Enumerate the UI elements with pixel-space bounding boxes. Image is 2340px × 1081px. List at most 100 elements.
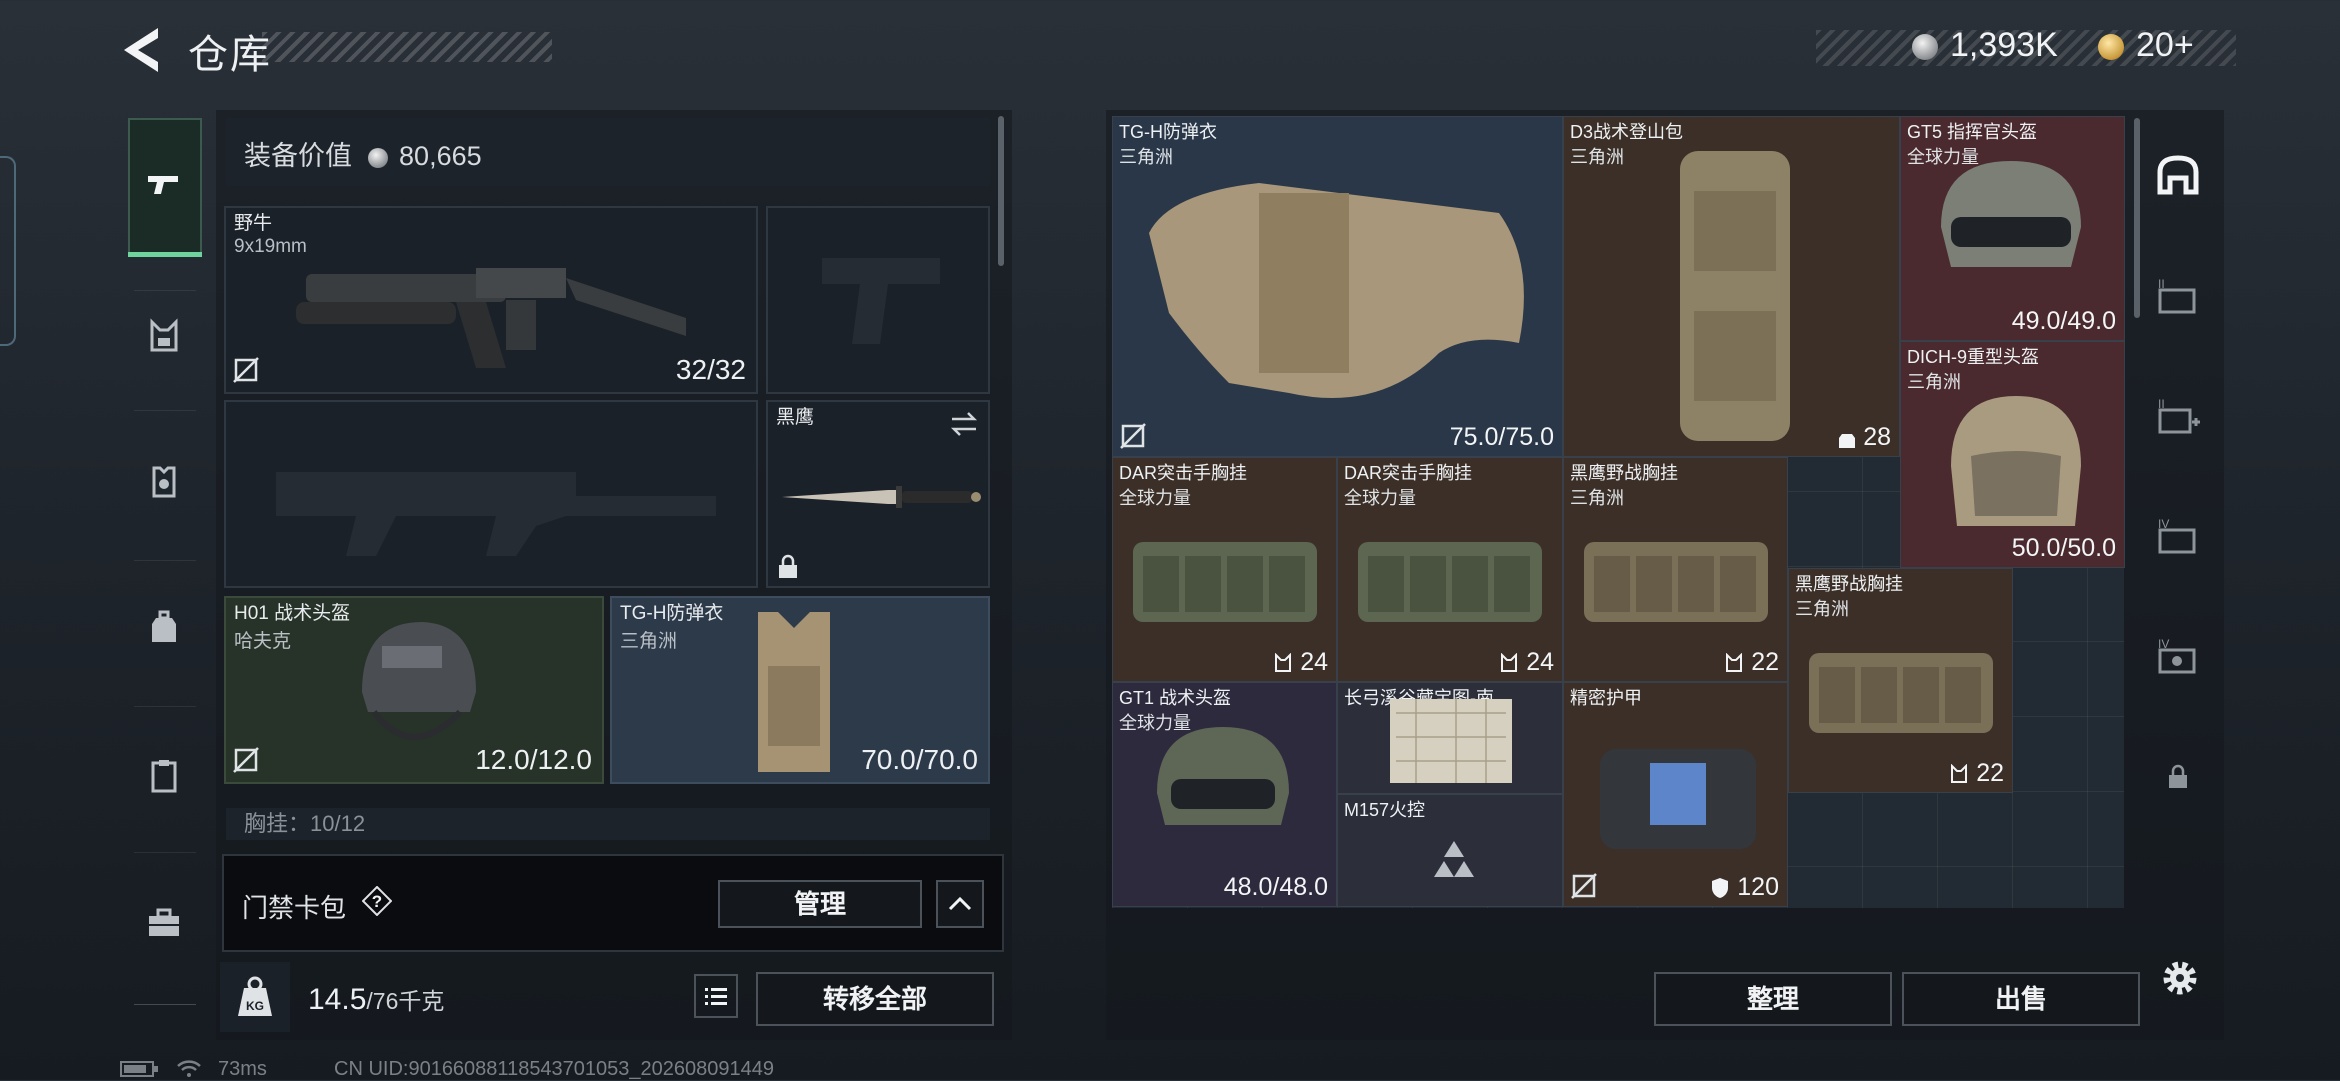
- item-name: DAR突击手胸挂: [1119, 463, 1248, 483]
- title-decoration: [262, 32, 552, 62]
- armor-slot[interactable]: TG-H防弹衣 三角洲 70.0/70.0: [610, 596, 990, 784]
- knife-image: [782, 486, 981, 508]
- equipment-value: 装备价值 80,665: [244, 134, 482, 173]
- warehouse-iv-secondary-icon[interactable]: IV: [2154, 632, 2202, 680]
- collapse-button[interactable]: [936, 880, 984, 928]
- secondary-weapon-slot-empty[interactable]: [224, 400, 758, 588]
- help-icon[interactable]: ?: [362, 886, 392, 916]
- silver-amount: 1,393K: [1950, 26, 2058, 64]
- storage-item[interactable]: 精密护甲 120: [1563, 682, 1788, 907]
- chest-rig-slot-hint[interactable]: 胸挂：10/12: [226, 808, 990, 840]
- melee-slot[interactable]: 黑鹰: [766, 400, 990, 588]
- chest-rig-image: [1584, 542, 1768, 622]
- transfer-all-button[interactable]: 转移全部: [756, 972, 994, 1026]
- item-name: DICH-9重型头盔: [1907, 347, 2040, 367]
- storage-item[interactable]: DICH-9重型头盔 三角洲 50.0/50.0: [1900, 341, 2125, 568]
- item-capacity: 28: [1838, 423, 1891, 452]
- storage-item[interactable]: M157火控: [1337, 794, 1563, 907]
- item-name: M157火控: [1344, 800, 1426, 820]
- backpack-icon[interactable]: [144, 608, 184, 648]
- item-brand: 全球力量: [1344, 488, 1416, 508]
- nav-divider: [134, 706, 196, 707]
- item-capacity: 22: [1724, 648, 1779, 677]
- toolbox-icon[interactable]: [144, 904, 184, 944]
- helmet-slot[interactable]: H01 战术头盔 哈夫克 12.0/12.0: [224, 596, 604, 784]
- armor-icon[interactable]: [144, 462, 184, 502]
- item-name: 黑鹰野战胸挂: [1795, 574, 1903, 594]
- manage-button[interactable]: 管理: [718, 880, 922, 928]
- pistol-placeholder-icon: [822, 258, 940, 344]
- armor-name: TG-H防弹衣: [620, 603, 724, 624]
- storage-item[interactable]: DAR突击手胸挂 全球力量 24: [1337, 457, 1563, 682]
- item-name: 黑鹰野战胸挂: [1570, 463, 1678, 483]
- weight-current: 14.5: [308, 983, 367, 1016]
- pistol-icon: [148, 176, 178, 194]
- gold-amount[interactable]: 20+: [2136, 26, 2194, 65]
- storage-item[interactable]: GT1 战术头盔 全球力量 48.0/48.0: [1112, 682, 1337, 907]
- list-view-button[interactable]: [694, 974, 738, 1018]
- warehouse-iv-icon[interactable]: IV: [2154, 512, 2202, 560]
- gold-coin-icon: [2098, 34, 2124, 60]
- helmet-durability: 12.0/12.0: [475, 744, 592, 775]
- lock-icon: [779, 554, 797, 578]
- storage-item[interactable]: 长弓溪谷藏宝图-南: [1337, 682, 1563, 794]
- loadout-scrollbar[interactable]: [998, 116, 1004, 266]
- locked-slot-icon[interactable]: [2166, 764, 2190, 790]
- fire-control-image: [1434, 841, 1474, 877]
- nav-divider: [134, 852, 196, 853]
- sell-button[interactable]: 出售: [1902, 972, 2140, 1026]
- no-insure-icon: [1571, 873, 1597, 899]
- storage-item[interactable]: D3战术登山包 三角洲 28: [1563, 116, 1900, 457]
- storage-item[interactable]: GT5 指挥官头盔 全球力量 49.0/49.0: [1900, 116, 2125, 341]
- warehouse-iii-icon[interactable]: II: [2154, 392, 2202, 440]
- weight-icon: KG: [238, 976, 272, 1016]
- item-name: TG-H防弹衣: [1119, 122, 1217, 142]
- settings-gear-icon[interactable]: [2158, 956, 2202, 1000]
- side-handle[interactable]: [0, 156, 16, 346]
- chest-rig-small-icon: [1951, 763, 1968, 784]
- helmet-name: H01 战术头盔: [234, 603, 351, 624]
- back-icon[interactable]: [118, 24, 164, 76]
- storage-item[interactable]: 黑鹰野战胸挂 三角洲 22: [1563, 457, 1788, 682]
- sort-button[interactable]: 整理: [1654, 972, 1892, 1026]
- armor-brand: 三角洲: [620, 631, 678, 652]
- item-durability: 48.0/48.0: [1223, 873, 1328, 901]
- wifi-icon: [177, 1060, 201, 1077]
- smg-image: [296, 268, 686, 368]
- warehouse-ii-icon[interactable]: II: [2154, 272, 2202, 320]
- item-name: DAR突击手胸挂: [1344, 463, 1473, 483]
- item-name: GT5 指挥官头盔: [1907, 122, 2038, 142]
- helmet-brand: 哈夫克: [234, 631, 292, 652]
- item-capacity-value: 24: [1300, 648, 1328, 676]
- sidearm-slot-empty[interactable]: [766, 206, 990, 394]
- uid-readout: CN UID:9016608811854370105​3_20260809144…: [334, 1058, 775, 1080]
- chest-rig-icon[interactable]: [144, 316, 184, 356]
- no-insure-icon: [233, 357, 259, 383]
- chevron-up-icon: [948, 896, 972, 911]
- silver-coin-icon: [367, 147, 388, 168]
- swap-icon[interactable]: [948, 410, 980, 438]
- equipment-value-label: 装备价值: [244, 141, 352, 171]
- armor-vest-image: [758, 612, 830, 772]
- item-brand: 全球力量: [1119, 488, 1191, 508]
- storage-home-icon[interactable]: [2154, 152, 2202, 200]
- weight-max: /76千克: [366, 988, 445, 1014]
- ping-readout: 73ms: [218, 1058, 267, 1080]
- chest-rig-image: [1133, 542, 1317, 622]
- item-brand: 三角洲: [1795, 599, 1849, 619]
- primary-weapon-slot[interactable]: 野牛 9x19mm 32/32: [224, 206, 758, 394]
- item-name: GT1 战术头盔: [1119, 688, 1232, 708]
- storage-scrollbar[interactable]: [2134, 118, 2140, 318]
- armor-vest-image: [1149, 183, 1524, 398]
- helmet-image: [1941, 161, 2081, 267]
- storage-item[interactable]: DAR突击手胸挂 全球力量 24: [1112, 457, 1337, 682]
- helmet-image: [362, 622, 476, 740]
- item-capacity: 22: [1949, 759, 2004, 788]
- chest-rig-small-icon: [1275, 652, 1292, 673]
- storage-item[interactable]: TG-H防弹衣 三角洲 75.0/75.0: [1112, 116, 1563, 457]
- storage-item[interactable]: 黑鹰野战胸挂 三角洲 22: [1788, 568, 2013, 793]
- page-title: 仓库: [188, 33, 272, 77]
- nav-divider: [134, 1004, 196, 1005]
- rifle-placeholder-icon: [276, 472, 716, 556]
- clipboard-icon[interactable]: [144, 756, 184, 796]
